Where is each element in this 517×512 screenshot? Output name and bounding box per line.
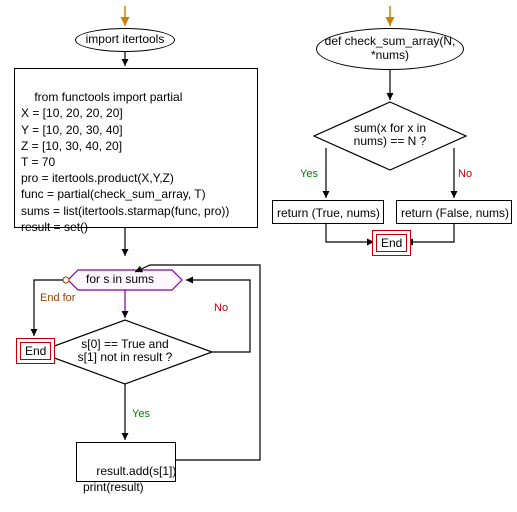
left-decision-text: s[0] == True and s[1] not in result ? xyxy=(72,338,178,364)
return-false-text: return (False, nums) xyxy=(401,206,509,220)
end-marker-left: End xyxy=(16,338,55,364)
flowchart-canvas: import itertools from functools import p… xyxy=(0,0,517,502)
edge-label-left-no: No xyxy=(214,302,228,314)
edge-label-end-for: End for xyxy=(40,292,75,304)
code-process-text: from functools import partial X = [10, 2… xyxy=(21,90,229,234)
action-process-block: result.add(s[1]) print(result) xyxy=(76,442,176,482)
start-label-left: import itertools xyxy=(86,33,165,47)
edge-label-left-yes: Yes xyxy=(132,408,150,420)
func-def-label: def check_sum_array(N, *nums) xyxy=(325,35,456,63)
return-true-text: return (True, nums) xyxy=(277,206,380,220)
end-label-left: End xyxy=(20,342,51,360)
edge-label-right-no: No xyxy=(458,168,472,180)
right-decision-text: sum(x for x in nums) == N ? xyxy=(348,122,432,148)
end-label-right: End xyxy=(376,234,407,252)
start-terminator-right: def check_sum_array(N, *nums) xyxy=(316,28,464,70)
return-false-block: return (False, nums) xyxy=(396,200,512,224)
return-true-block: return (True, nums) xyxy=(272,200,384,224)
end-marker-right: End xyxy=(372,230,411,256)
start-terminator-left: import itertools xyxy=(75,28,175,52)
edge-label-right-yes: Yes xyxy=(300,168,318,180)
loop-hex-label: for s in sums xyxy=(86,273,154,286)
code-process-block: from functools import partial X = [10, 2… xyxy=(14,68,258,228)
